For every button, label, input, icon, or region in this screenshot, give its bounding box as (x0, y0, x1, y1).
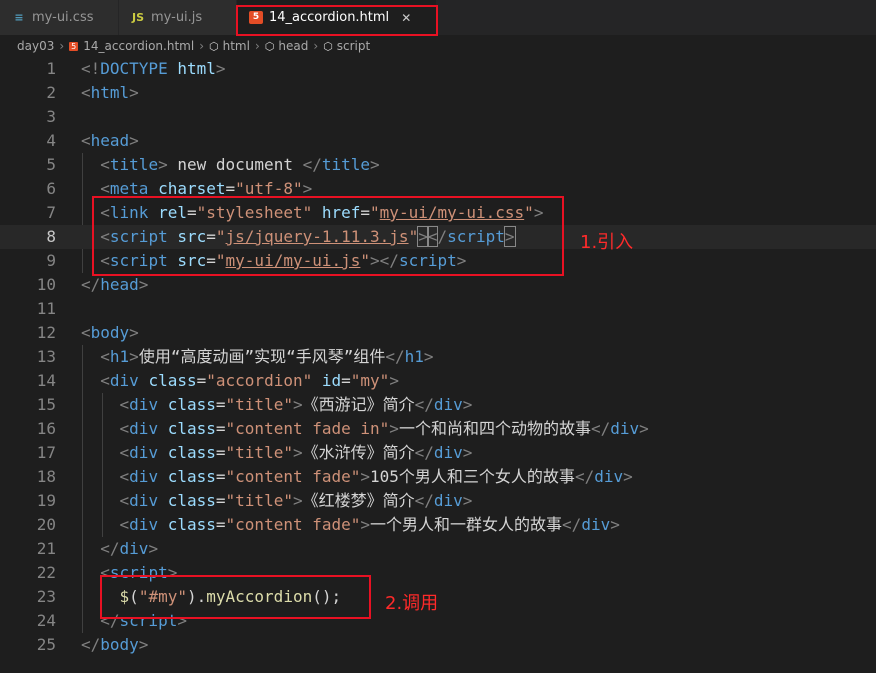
token: 《红楼梦》简介 (302, 491, 415, 510)
breadcrumb-head[interactable]: head (278, 39, 308, 53)
chevron-right-icon: › (254, 39, 260, 53)
breadcrumb-script[interactable]: script (337, 39, 370, 53)
token: html (177, 59, 216, 78)
breadcrumb-folder[interactable]: day03 (17, 39, 54, 53)
code-line: 11 (0, 297, 876, 321)
token: 105个男人和三个女人的故事 (370, 467, 575, 486)
annotation-note-call: 2.调用 (385, 593, 439, 614)
code-line: 2 <html> (0, 81, 876, 105)
token: new document (177, 155, 293, 174)
symbol-icon: ⬡ (264, 39, 275, 53)
token: "accordion" (206, 371, 313, 390)
tab-label: my-ui.css (32, 10, 94, 25)
code-line: 4 <head> (0, 129, 876, 153)
tab-bar: ≡ my-ui.css JS my-ui.js 5 14_accordion.h… (0, 0, 876, 35)
line-number: 23 (36, 587, 56, 606)
line-number: 15 (36, 395, 56, 414)
line-number: 5 (46, 155, 56, 174)
token: "content fade" (225, 515, 361, 534)
token: "title" (225, 395, 293, 414)
line-number: 14 (36, 371, 56, 390)
line-number: 17 (36, 443, 56, 462)
symbol-icon: ⬡ (209, 39, 219, 53)
chevron-right-icon: › (199, 39, 204, 53)
tab-label: my-ui.js (151, 10, 203, 25)
line-number: 16 (36, 419, 56, 438)
line-number: 9 (46, 251, 56, 270)
code-line: 13 <h1>使用“高度动画”实现“手风琴”组件</h1> (0, 345, 876, 369)
tab-my-ui-css[interactable]: ≡ my-ui.css (0, 0, 118, 35)
line-number: 3 (46, 107, 56, 126)
token: 一个和尚和四个动物的故事 (398, 419, 591, 438)
line-number: 4 (46, 131, 56, 150)
line-number: 11 (36, 299, 56, 318)
html-icon: 5 (69, 41, 79, 51)
token: "content fade" (225, 467, 361, 486)
line-number: 2 (46, 83, 56, 102)
code-line: 16 <div class="content fade in">一个和尚和四个动… (0, 417, 876, 441)
line-number: 18 (36, 467, 56, 486)
code-line: 14 <div class="accordion" id="my"> (0, 369, 876, 393)
token: DOCTYPE (100, 59, 168, 78)
code-line: 1 <!DOCTYPE html> (0, 57, 876, 81)
line-number: 20 (36, 515, 56, 534)
line-number: 1 (46, 59, 56, 78)
line-number: 13 (36, 347, 56, 366)
line-number: 21 (36, 539, 56, 558)
code-line: 3 (0, 105, 876, 129)
code-line: 10 </head> (0, 273, 876, 297)
code-line: 15 <div class="title">《西游记》简介</div> (0, 393, 876, 417)
token: "title" (225, 491, 293, 510)
token: 《西游记》简介 (302, 395, 415, 414)
line-number: 8 (46, 227, 56, 246)
chevron-right-icon: › (59, 39, 65, 53)
token: 一个男人和一群女人的故事 (370, 515, 563, 534)
line-number: 10 (36, 275, 56, 294)
code-line: 25 </body> (0, 633, 876, 657)
token: "my" (350, 371, 390, 390)
css-icon: ≡ (14, 11, 24, 24)
annotation-note-include: 1.引入 (580, 232, 634, 253)
line-number: 12 (36, 323, 56, 342)
symbol-icon: ⬡ (323, 39, 333, 53)
annotation-box-tab (236, 5, 438, 36)
code-line: 17 <div class="title">《水浒传》简介</div> (0, 441, 876, 465)
code-line: 21 </div> (0, 537, 876, 561)
chevron-right-icon: › (313, 39, 319, 53)
line-number: 6 (46, 179, 56, 198)
annotation-box-include (92, 196, 564, 276)
breadcrumb: day03 › 5 14_accordion.html › ⬡ html › ⬡… (0, 35, 876, 57)
tab-my-ui-js[interactable]: JS my-ui.js (119, 0, 236, 35)
token: 使用“高度动画”实现“手风琴”组件 (138, 347, 386, 366)
line-number: 22 (36, 563, 56, 582)
line-number: 19 (36, 491, 56, 510)
code-line: 12 <body> (0, 321, 876, 345)
code-line: 18 <div class="content fade">105个男人和三个女人… (0, 465, 876, 489)
breadcrumb-file[interactable]: 14_accordion.html (83, 39, 194, 53)
token: "content fade in" (225, 419, 390, 438)
breadcrumb-html[interactable]: html (223, 39, 250, 53)
code-line: 5 <title> new document </title> (0, 153, 876, 177)
js-icon: JS (131, 11, 144, 24)
annotation-box-call (100, 575, 371, 619)
code-line: 20 <div class="content fade">一个男人和一群女人的故… (0, 513, 876, 537)
token: 《水浒传》简介 (302, 443, 415, 462)
line-number: 7 (46, 203, 56, 222)
line-number: 25 (36, 635, 56, 654)
token: "title" (225, 443, 293, 462)
code-line: 19 <div class="title">《红楼梦》简介</div> (0, 489, 876, 513)
line-number: 24 (36, 611, 56, 630)
